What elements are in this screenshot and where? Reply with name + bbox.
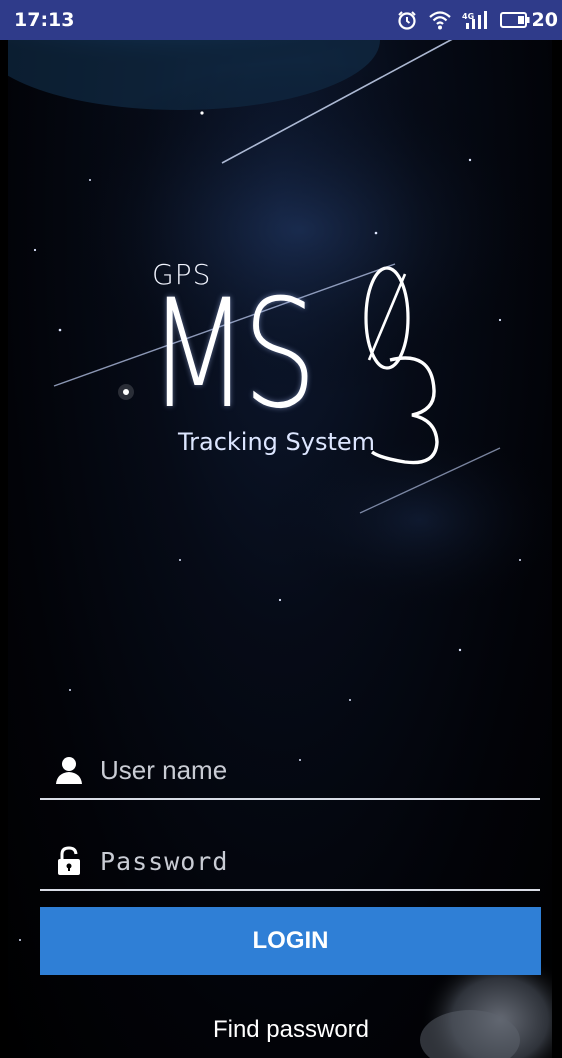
alarm-icon <box>396 9 418 31</box>
password-field[interactable]: Password <box>40 833 540 891</box>
battery-level: 20 <box>531 9 558 31</box>
password-placeholder: Password <box>100 846 229 876</box>
left-edge <box>0 0 8 1058</box>
space-background <box>0 0 562 1058</box>
app-logo: GPS MS 03 Tracking System <box>140 250 450 480</box>
user-icon <box>54 755 84 785</box>
login-button[interactable]: LOGIN <box>40 907 541 975</box>
find-password-link[interactable]: Find password <box>0 1016 562 1044</box>
battery-icon: 20 <box>499 9 558 31</box>
status-bar: 17:13 4G 20 <box>0 0 562 40</box>
lock-icon <box>54 846 84 876</box>
logo-main-letters: MS <box>148 268 317 442</box>
login-screen: 17:13 4G 20 GPS MS Tracking System User … <box>0 0 562 1058</box>
right-edge <box>552 0 562 1058</box>
username-placeholder: User name <box>100 754 228 785</box>
status-time: 17:13 <box>14 9 75 31</box>
logo-ms-text: MS <box>148 280 357 430</box>
logo-tagline: Tracking System <box>178 428 376 456</box>
signal-icon: 4G <box>462 9 490 31</box>
status-icons: 4G 20 <box>396 9 558 31</box>
wifi-icon <box>428 9 452 31</box>
username-field[interactable]: User name <box>40 742 540 800</box>
